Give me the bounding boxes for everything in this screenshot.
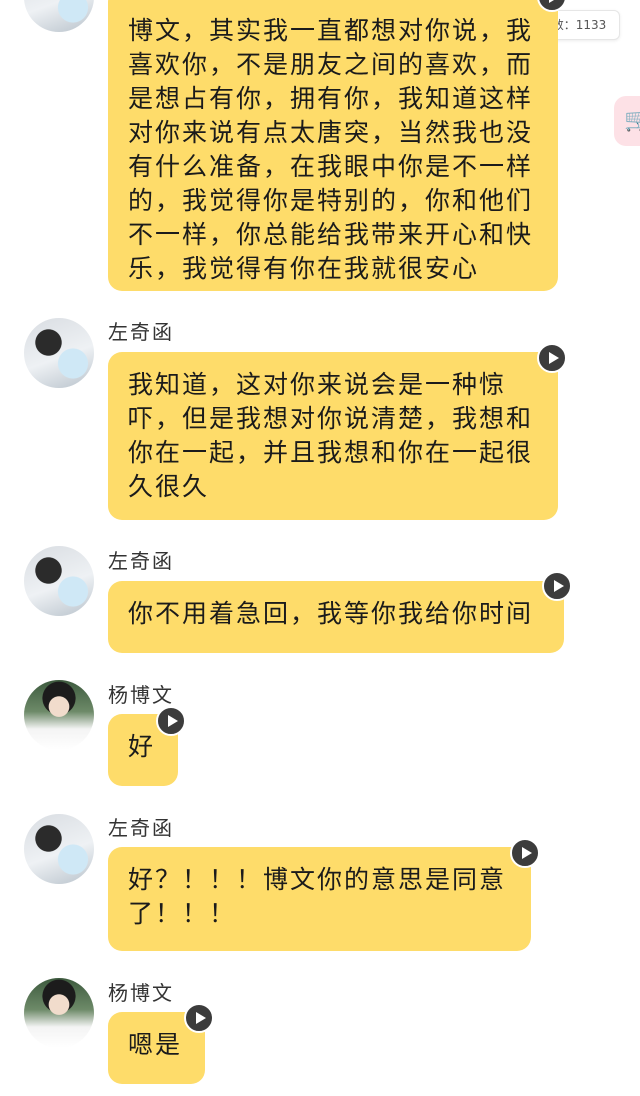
- sender-name: 左奇函: [108, 320, 174, 344]
- avatar[interactable]: [24, 0, 94, 32]
- message-bubble: 我知道，这对你来说会是一种惊吓，但是我想对你说清楚，我想和你在一起，并且我想和你…: [108, 352, 558, 520]
- sender-name: 左奇函: [108, 816, 174, 840]
- avatar[interactable]: [24, 978, 94, 1048]
- play-icon[interactable]: [537, 343, 567, 373]
- play-icon[interactable]: [510, 838, 540, 868]
- avatar[interactable]: [24, 680, 94, 750]
- avatar[interactable]: [24, 318, 94, 388]
- avatar[interactable]: [24, 546, 94, 616]
- avatar[interactable]: [24, 814, 94, 884]
- sender-name: 左奇函: [108, 549, 174, 573]
- cart-icon: 🛒: [624, 108, 640, 133]
- message-bubble: 你不用着急回，我等你我给你时间: [108, 581, 564, 653]
- play-icon[interactable]: [542, 571, 572, 601]
- floating-cart-button[interactable]: 🛒: [614, 96, 640, 146]
- message-bubble: 博文，其实我一直都想对你说，我喜欢你，不是朋友之间的喜欢，而是想占有你，拥有你，…: [108, 0, 558, 291]
- play-icon[interactable]: [184, 1003, 214, 1033]
- message-bubble: 好？！！！博文你的意思是同意了！！！: [108, 847, 531, 951]
- sender-name: 杨博文: [108, 683, 174, 707]
- sender-name: 杨博文: [108, 981, 174, 1005]
- play-icon[interactable]: [156, 706, 186, 736]
